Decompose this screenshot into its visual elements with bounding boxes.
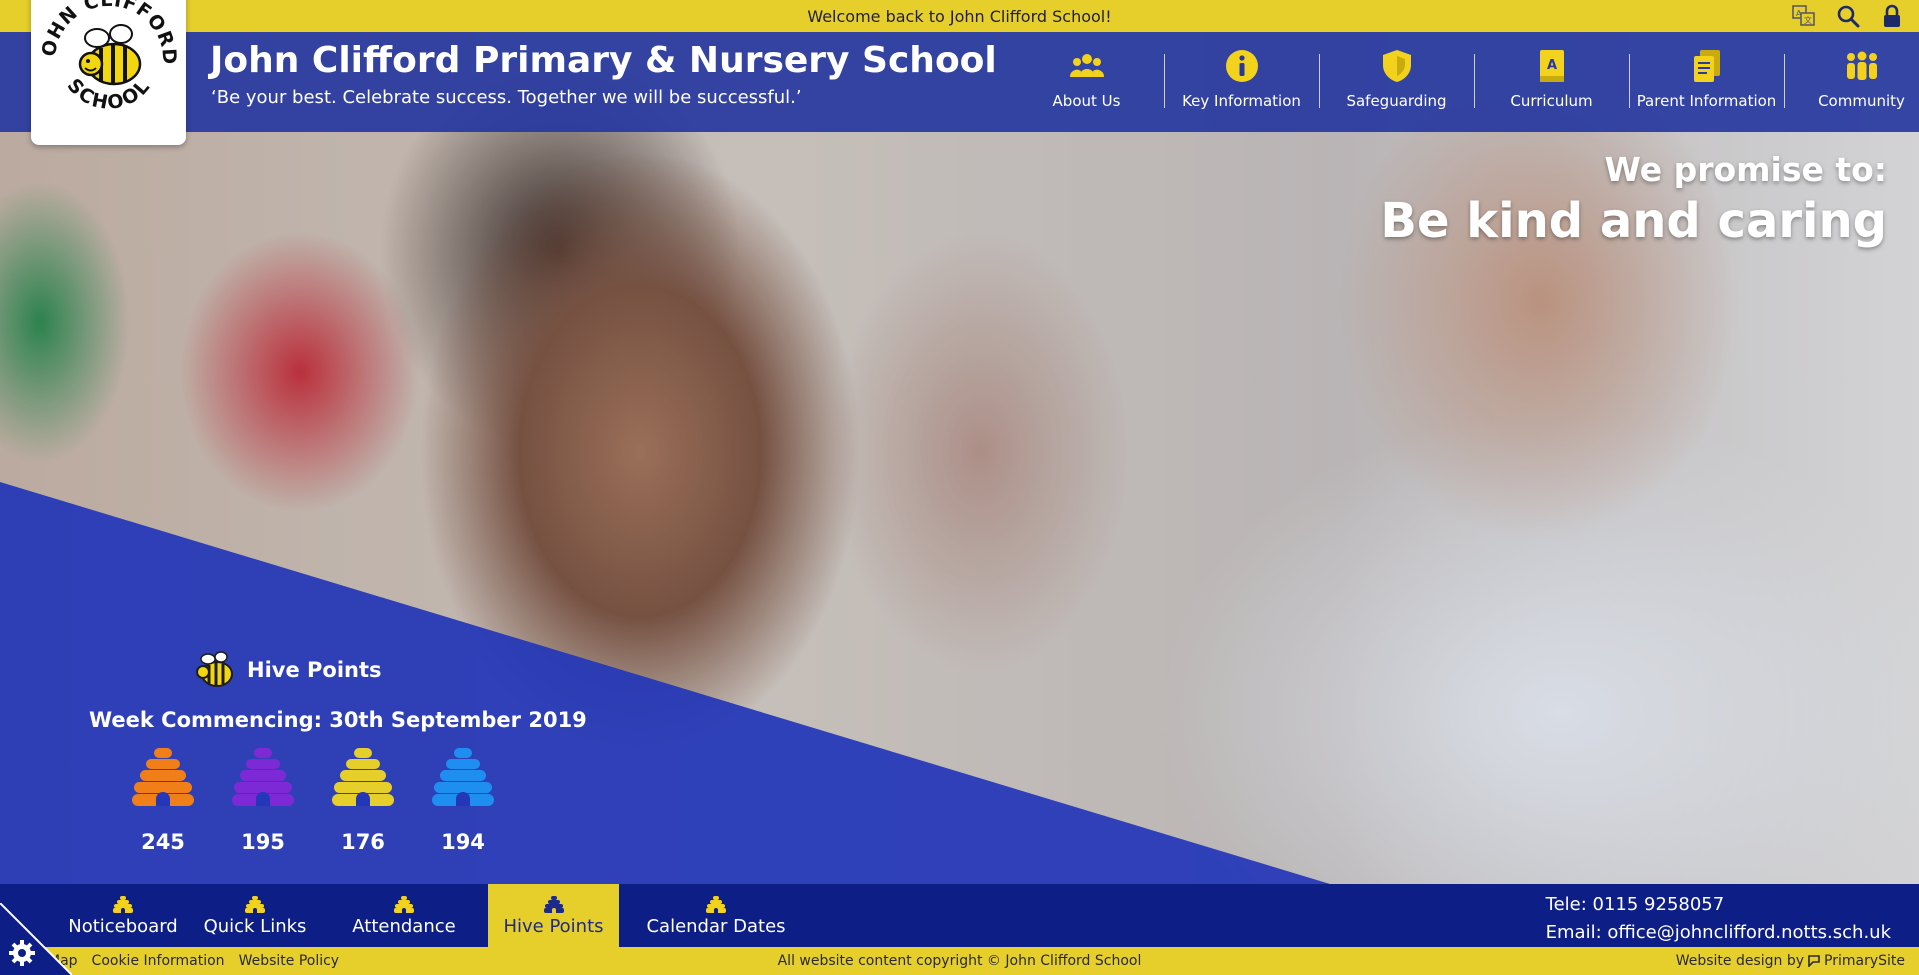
hive-score-blue: 194 (430, 748, 496, 854)
beehive-purple-icon (232, 748, 294, 806)
svg-text:A: A (1547, 58, 1557, 73)
translate-button[interactable]: A 文 (1791, 3, 1817, 29)
promise-heading: We promise to: (1604, 150, 1887, 189)
nav-item-parent-information[interactable]: Parent Information (1629, 32, 1784, 132)
people-icon (1069, 48, 1105, 84)
footer-credit-designer: PrimarySite (1824, 953, 1905, 969)
contact-email[interactable]: Email: office@johnclifford.notts.sch.uk (1546, 919, 1891, 947)
week-commencing: Week Commencing: 30th September 2019 (89, 708, 587, 732)
top-bar: Welcome back to John Clifford School! A … (0, 0, 1919, 32)
hive-points-header: Hive Points (195, 650, 382, 690)
beehive-yellow-icon (332, 748, 394, 806)
book-icon: A (1534, 48, 1570, 84)
hive-score-value: 245 (141, 830, 185, 854)
nav-label: About Us (1052, 92, 1121, 110)
nav-item-about-us[interactable]: About Us (1009, 32, 1164, 132)
hive-score-orange: 245 (130, 748, 196, 854)
hive-points-title: Hive Points (247, 658, 382, 682)
welcome-message: Welcome back to John Clifford School! (807, 7, 1112, 26)
top-tools: A 文 (1791, 3, 1905, 29)
hive-score-value: 195 (241, 830, 285, 854)
quicklink-calendar-dates[interactable]: Calendar Dates (619, 884, 813, 947)
beehive-icon (543, 896, 564, 913)
nav-label: Parent Information (1636, 92, 1777, 110)
site-header: John Clifford Primary & Nursery School ‘… (0, 32, 1919, 132)
bottom-navigation: Noticeboard Quick Links Attendance Hive … (0, 884, 1919, 947)
site-footer: Map Cookie Information Website Policy Al… (0, 947, 1919, 975)
nav-item-safeguarding[interactable]: Safeguarding (1319, 32, 1474, 132)
school-logo-image: JOHN CLIFFORD SCHOOL (39, 0, 179, 114)
quicklinks-bar: Noticeboard Quick Links Attendance Hive … (56, 884, 813, 947)
nav-label: Curriculum (1510, 92, 1593, 110)
lock-icon (1884, 4, 1900, 27)
search-icon (1837, 5, 1860, 28)
quicklink-label: Quick Links (203, 916, 307, 937)
shield-icon (1379, 48, 1415, 84)
quicklink-label: Noticeboard (68, 916, 178, 937)
documents-icon (1689, 48, 1725, 84)
footer-credit-text: Website design by (1675, 953, 1805, 969)
nav-item-key-information[interactable]: Key Information (1164, 32, 1319, 132)
accessibility-settings-button[interactable] (0, 903, 72, 975)
quicklink-attendance[interactable]: Attendance (320, 884, 488, 947)
svg-text:文: 文 (1804, 15, 1812, 25)
nav-item-curriculum[interactable]: A Curriculum (1474, 32, 1629, 132)
beehive-icon (113, 896, 133, 913)
contact-telephone: Tele: 0115 9258057 (1545, 894, 1725, 915)
quicklink-quick-links[interactable]: Quick Links (190, 884, 320, 947)
school-motto: ‘Be your best. Celebrate success. Togeth… (211, 87, 802, 108)
beehive-orange-icon (132, 748, 194, 806)
quicklink-label: Hive Points (503, 916, 604, 937)
contact-details: Tele: 0115 9258057 Email: office@johncli… (1546, 891, 1891, 947)
quicklink-noticeboard[interactable]: Noticeboard (56, 884, 190, 947)
nav-label: Community (1818, 92, 1905, 110)
beehive-icon (706, 896, 726, 913)
group-icon (1844, 48, 1880, 84)
login-button[interactable] (1879, 3, 1905, 29)
primarysite-logo-icon (1808, 955, 1820, 967)
hive-points-scores: 245 195 176 194 (130, 748, 496, 854)
main-navigation: About Us Key Information Safeguarding A (1009, 32, 1919, 132)
bee-icon (196, 651, 233, 687)
quicklink-label: Attendance (352, 916, 456, 937)
promise-statement: Be kind and caring (1380, 193, 1887, 249)
school-logo[interactable]: JOHN CLIFFORD SCHOOL (31, 0, 186, 145)
footer-credit[interactable]: Website design by PrimarySite (1676, 953, 1905, 969)
translate-icon: A 文 (1792, 5, 1815, 26)
hive-score-value: 176 (341, 830, 385, 854)
hive-score-yellow: 176 (330, 748, 396, 854)
search-button[interactable] (1835, 3, 1861, 29)
hero-promise: We promise to: Be kind and caring (1380, 150, 1887, 249)
nav-label: Safeguarding (1346, 92, 1447, 110)
beehive-icon (245, 896, 265, 913)
info-icon (1224, 48, 1260, 84)
footer-link-website-policy[interactable]: Website Policy (239, 953, 340, 969)
hive-score-value: 194 (441, 830, 485, 854)
hive-score-purple: 195 (230, 748, 296, 854)
nav-label: Key Information (1182, 92, 1301, 110)
quicklink-hive-points[interactable]: Hive Points (488, 884, 619, 947)
svg-text:A: A (1796, 9, 1802, 18)
footer-link-cookie-information[interactable]: Cookie Information (92, 953, 225, 969)
nav-item-community[interactable]: Community (1784, 32, 1919, 132)
school-title: John Clifford Primary & Nursery School (210, 40, 997, 81)
beehive-icon (394, 896, 414, 913)
quicklink-label: Calendar Dates (646, 916, 786, 937)
footer-links: Map Cookie Information Website Policy (48, 953, 339, 969)
beehive-blue-icon (432, 748, 494, 806)
